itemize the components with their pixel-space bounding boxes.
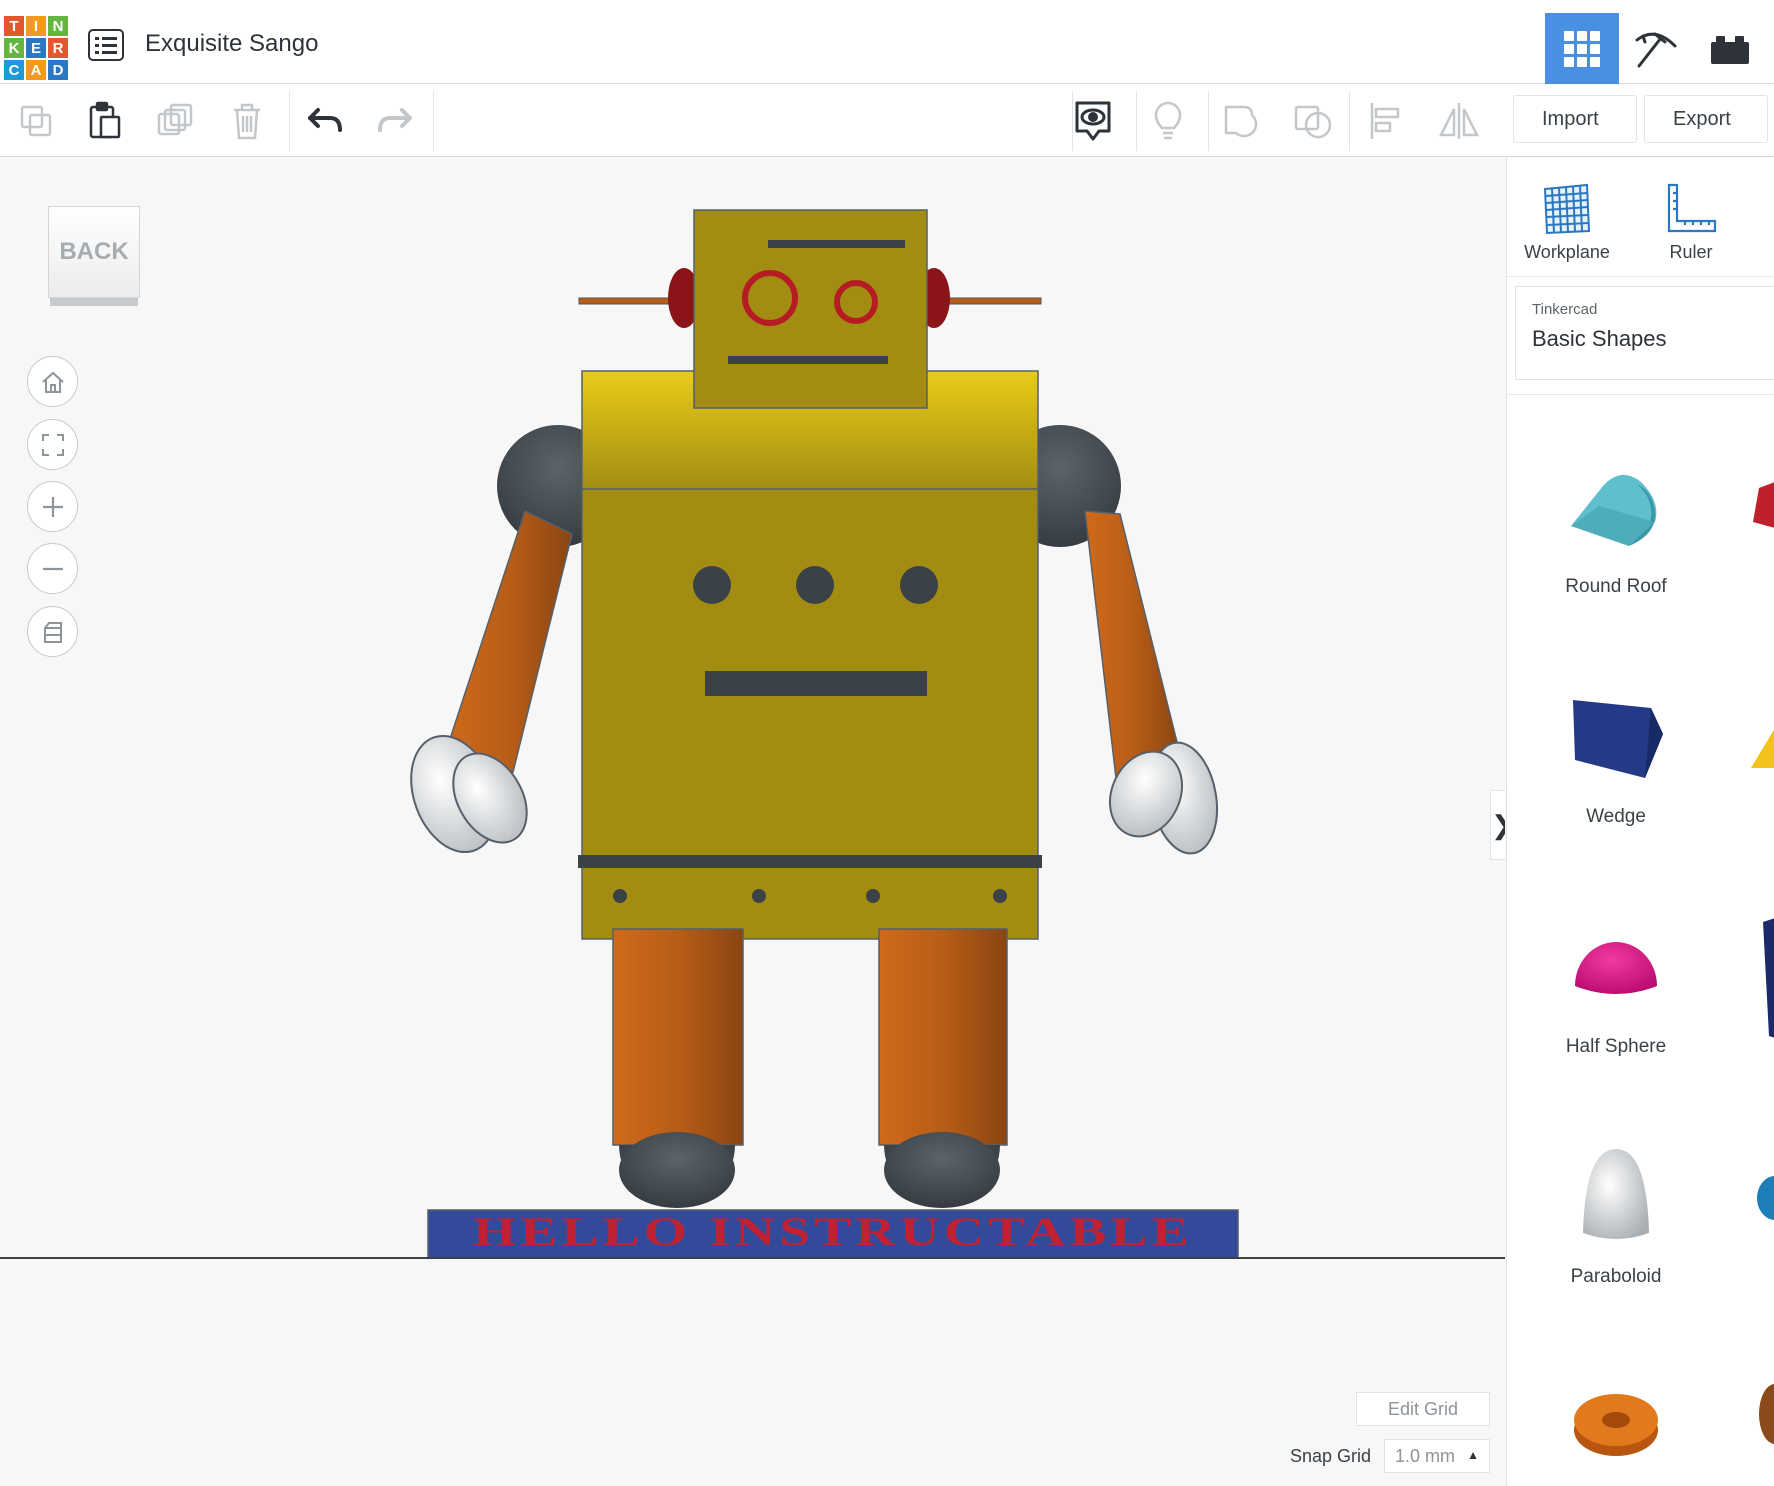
- library-name: Basic Shapes: [1532, 326, 1667, 351]
- ungroup-button[interactable]: [1291, 99, 1335, 143]
- logo-letter: N: [48, 16, 68, 36]
- shape-label: Paraboloid: [1570, 1266, 1662, 1287]
- top-bar: T I N K E R C A D Exquisite Sango: [0, 0, 1774, 84]
- robot-torso: [578, 370, 1042, 940]
- panel-divider: [1507, 394, 1774, 395]
- wedge-icon: [1573, 700, 1663, 778]
- toolbar-separator: [1349, 91, 1350, 151]
- shape-torus[interactable]: [1527, 1358, 1705, 1478]
- shape-wedge[interactable]: Wedge: [1527, 676, 1705, 828]
- paraboloid-icon: [1583, 1149, 1649, 1239]
- group-icon: [1224, 105, 1258, 138]
- pickaxe-icon: [1635, 32, 1677, 67]
- logo-letter: R: [48, 38, 68, 58]
- edit-grid-button[interactable]: Edit Grid: [1356, 1392, 1490, 1426]
- copy-button[interactable]: [14, 99, 58, 143]
- delete-icon: [234, 103, 260, 140]
- redo-icon: [378, 108, 412, 132]
- half-sphere-icon: [1575, 942, 1657, 994]
- shape-peek-navy: [1763, 918, 1774, 1038]
- snap-grid-select[interactable]: 1.0 mm ▲: [1384, 1439, 1490, 1473]
- workplane-tool-button[interactable]: Workplane: [1507, 176, 1627, 263]
- ruler-icon: [1667, 183, 1717, 233]
- robot-base-plate: HELLO INSTRUCTABLE: [427, 1209, 1239, 1259]
- design-menu-icon[interactable]: [88, 29, 124, 61]
- robot-legs: [612, 928, 1008, 1146]
- shape-half-sphere[interactable]: Half Sphere: [1527, 906, 1705, 1058]
- robot-model[interactable]: HELLO INSTRUCTABLE: [0, 158, 1505, 1486]
- paste-button[interactable]: [83, 99, 127, 143]
- logo-letter: A: [26, 60, 46, 80]
- group-button[interactable]: [1220, 99, 1264, 143]
- shape-label: Half Sphere: [1565, 1036, 1667, 1057]
- align-button[interactable]: [1363, 99, 1407, 143]
- duplicate-button[interactable]: [154, 99, 198, 143]
- undo-icon: [308, 108, 342, 132]
- torus-icon: [1574, 1394, 1658, 1456]
- shape-label: Wedge: [1586, 806, 1646, 827]
- shape-peek-blue: [1757, 1176, 1774, 1220]
- logo-letter: C: [4, 60, 24, 80]
- undo-button[interactable]: [303, 99, 347, 143]
- round-roof-icon: [1571, 474, 1657, 546]
- workplane-icon: [1543, 183, 1591, 235]
- redo-button[interactable]: [373, 99, 417, 143]
- workplane-tool-label: Workplane: [1524, 242, 1610, 262]
- ungroup-icon: [1294, 105, 1332, 139]
- caret-up-icon: ▲: [1467, 1448, 1479, 1462]
- shape-library-selector[interactable]: Tinkercad Basic Shapes: [1515, 286, 1774, 380]
- paste-icon: [89, 101, 121, 139]
- brick-icon: [1711, 35, 1749, 64]
- workplane-edge: [0, 1257, 1505, 1259]
- logo-letter: I: [26, 16, 46, 36]
- tinkercad-logo[interactable]: T I N K E R C A D: [4, 16, 68, 80]
- design-title[interactable]: Exquisite Sango: [145, 30, 318, 58]
- copy-icon: [20, 105, 52, 137]
- shape-peek-red: [1753, 482, 1774, 528]
- workplane-canvas[interactable]: BACK HELLO INSTRUCTABLE Edit Grid Snap G…: [0, 158, 1505, 1486]
- toolbar-separator: [1208, 91, 1209, 151]
- view-bricks-button[interactable]: [1693, 13, 1767, 84]
- library-category: Tinkercad: [1532, 301, 1598, 318]
- logo-letter: E: [26, 38, 46, 58]
- grid-icon: [1564, 30, 1600, 67]
- logo-letter: D: [48, 60, 68, 80]
- mirror-icon: [1438, 103, 1480, 139]
- shape-round-roof[interactable]: Round Roof: [1527, 446, 1705, 598]
- robot-feet: [619, 1132, 1000, 1208]
- mirror-button[interactable]: [1437, 99, 1481, 143]
- panel-toggle-button[interactable]: ❯: [1490, 790, 1505, 860]
- ruler-tool-button[interactable]: Ruler: [1631, 176, 1751, 263]
- shape-peek-yellow: [1751, 729, 1774, 768]
- delete-button[interactable]: [225, 99, 269, 143]
- toolbar-separator: [1136, 91, 1137, 151]
- shape-paraboloid[interactable]: Paraboloid: [1527, 1136, 1705, 1288]
- panel-divider: [1507, 276, 1774, 277]
- shape-label: Round Roof: [1565, 576, 1667, 597]
- edit-toolbar: Import Export: [0, 85, 1774, 157]
- duplicate-icon: [157, 103, 193, 136]
- snap-grid-label: Snap Grid: [1290, 1446, 1372, 1466]
- light-bulb-button[interactable]: [1146, 99, 1190, 143]
- import-button[interactable]: Import: [1513, 95, 1637, 143]
- robot-head: [693, 209, 928, 409]
- logo-letter: T: [4, 16, 24, 36]
- light-bulb-icon: [1154, 101, 1182, 140]
- show-notes-icon: [1075, 101, 1111, 141]
- toolbar-separator: [289, 91, 290, 151]
- snap-grid-value: 1.0 mm: [1395, 1445, 1456, 1466]
- logo-letter: K: [4, 38, 24, 58]
- shapes-panel: Workplane Ruler Tinkercad Basic Shapes R…: [1506, 158, 1774, 1486]
- toolbar-separator: [433, 91, 434, 151]
- view-blocks-button[interactable]: [1619, 13, 1693, 84]
- shape-peek-brown: [1759, 1384, 1774, 1444]
- export-button[interactable]: Export: [1644, 95, 1768, 143]
- align-icon: [1370, 103, 1400, 139]
- plate-text: HELLO INSTRUCTABLE: [473, 1209, 1193, 1254]
- view-3d-design-button[interactable]: [1545, 13, 1619, 84]
- show-notes-button[interactable]: [1071, 99, 1115, 143]
- ruler-tool-label: Ruler: [1669, 242, 1713, 262]
